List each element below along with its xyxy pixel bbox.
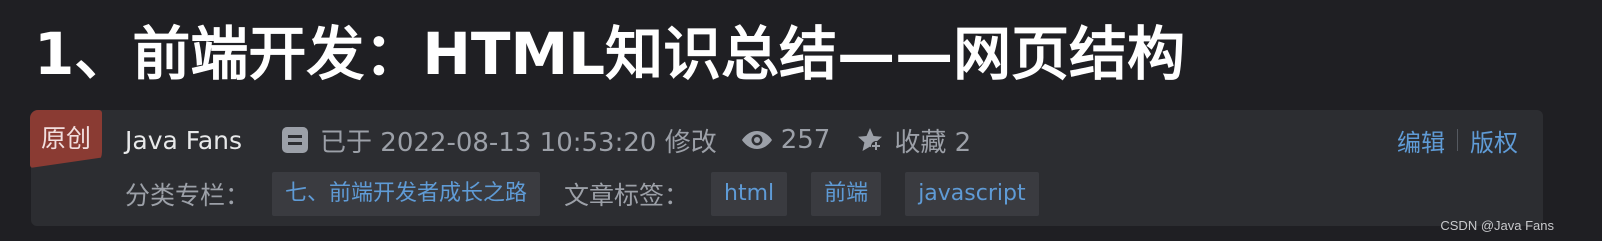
view-count: 257 [780, 125, 831, 155]
tag-javascript[interactable]: javascript [905, 172, 1039, 216]
star-icon[interactable] [856, 126, 884, 154]
tag-html[interactable]: html [711, 172, 788, 216]
article-title: 1、前端开发：HTML知识总结——网页结构 [34, 20, 1186, 88]
actions: 编辑 版权 [1397, 120, 1518, 160]
divider [1457, 129, 1458, 151]
watermark: CSDN @Java Fans [1440, 218, 1554, 233]
tag-frontend[interactable]: 前端 [811, 172, 882, 216]
edit-button[interactable]: 编辑 [1397, 123, 1445, 158]
taxonomy-row: 分类专栏： 七、前端开发者成长之路 文章标签： html 前端 javascri… [125, 172, 1063, 216]
favorite-button[interactable]: 收藏 2 [894, 122, 971, 159]
edit-icon [282, 127, 309, 153]
tags-label: 文章标签： [564, 181, 690, 210]
eye-icon [741, 131, 772, 149]
meta-row: Java Fans 已于 2022-08-13 10:53:20 修改 257 … [125, 120, 971, 160]
category-label: 分类专栏： [125, 181, 251, 210]
modified-date: 已于 2022-08-13 10:53:20 修改 [320, 127, 717, 158]
copyright-button[interactable]: 版权 [1470, 123, 1518, 158]
article-header: 1、前端开发：HTML知识总结——网页结构 原创 Java Fans 已于 20… [0, 0, 1602, 241]
category-tag[interactable]: 七、前端开发者成长之路 [272, 172, 541, 216]
author-link[interactable]: Java Fans [125, 126, 242, 155]
